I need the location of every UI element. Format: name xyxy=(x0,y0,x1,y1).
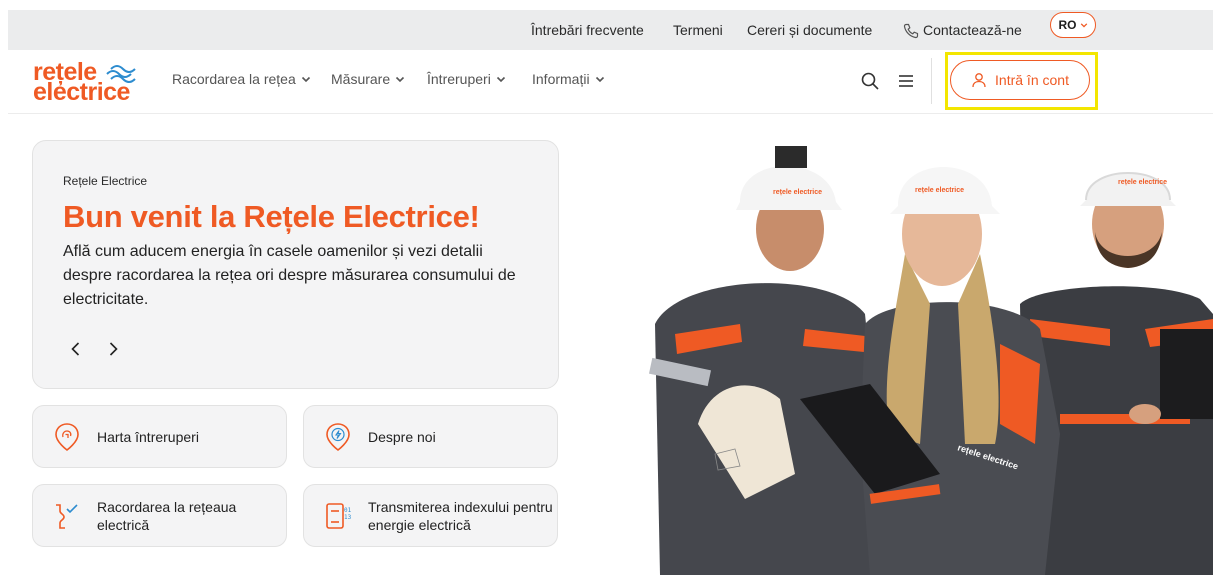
helmet-text: rețele electrice xyxy=(773,189,822,196)
nav-item-intreruperi[interactable]: Întreruperi xyxy=(427,71,506,87)
lightning-pin-icon xyxy=(326,423,350,451)
hamburger-menu-icon[interactable] xyxy=(896,71,916,91)
map-pin-icon xyxy=(55,423,79,451)
svg-text:01: 01 xyxy=(344,507,352,514)
logo-waves-icon xyxy=(106,65,136,83)
contact-link[interactable]: Contactează-ne xyxy=(923,10,1022,50)
chevron-down-icon xyxy=(595,76,604,83)
quick-link-meter-index[interactable]: 01 13 Transmiterea indexului pentru ener… xyxy=(303,484,558,547)
hero-photo-workers: rețele electrice rețele electrice rețele… xyxy=(648,146,1213,575)
hero-card: Rețele Electrice Bun venit la Rețele Ele… xyxy=(32,140,559,389)
quick-link-label: Transmiterea indexului pentru energie el… xyxy=(368,499,553,533)
nav-item-label: Întreruperi xyxy=(427,71,491,87)
quick-link-grid-connection[interactable]: Racordarea la rețeaua electrică xyxy=(32,484,287,547)
site-logo[interactable]: rețele electrice xyxy=(33,60,153,105)
quick-link-about-us[interactable]: Despre noi xyxy=(303,405,558,468)
worker-left: rețele electrice xyxy=(648,146,875,575)
chevron-down-icon xyxy=(301,76,310,83)
terms-link[interactable]: Termeni xyxy=(673,10,723,50)
quick-link-label: Despre noi xyxy=(368,429,436,445)
search-icon[interactable] xyxy=(860,71,880,91)
quick-link-label: Harta întreruperi xyxy=(97,429,199,445)
nav-item-racordare[interactable]: Racordarea la rețea xyxy=(172,71,311,87)
svg-text:13: 13 xyxy=(344,514,352,521)
helmet-text: rețele electrice xyxy=(1118,179,1167,186)
chevron-down-icon xyxy=(496,76,505,83)
nav-divider xyxy=(931,58,932,104)
quick-link-outage-map[interactable]: Harta întreruperi xyxy=(32,405,287,468)
nav-item-masurare[interactable]: Măsurare xyxy=(331,71,405,87)
requests-link[interactable]: Cereri și documente xyxy=(747,10,872,50)
nav-item-label: Măsurare xyxy=(331,71,391,87)
chevron-down-icon xyxy=(396,76,405,83)
quick-link-label: Racordarea la rețeaua electrică xyxy=(97,499,237,533)
language-selector[interactable]: RO xyxy=(1050,12,1096,38)
nav-item-informatii[interactable]: Informații xyxy=(532,71,605,87)
chevron-down-icon xyxy=(1080,23,1087,28)
nav-item-label: Racordarea la rețea xyxy=(172,71,296,87)
phone-icon xyxy=(903,23,919,39)
connection-icon xyxy=(56,504,78,529)
login-label: Intră în cont xyxy=(995,72,1069,88)
login-button[interactable]: Intră în cont xyxy=(950,60,1090,100)
utility-bar: Întrebări frecvente Termeni Cereri și do… xyxy=(8,10,1213,50)
carousel-next-button[interactable] xyxy=(103,339,123,359)
hero-eyebrow: Rețele Electrice xyxy=(63,174,148,188)
meter-icon: 01 13 xyxy=(326,503,352,529)
faq-link[interactable]: Întrebări frecvente xyxy=(531,10,644,50)
language-label: RO xyxy=(1058,18,1077,32)
chevron-left-icon xyxy=(71,342,80,356)
main-navigation: rețele electrice Racordarea la rețea Măs… xyxy=(8,50,1213,114)
user-icon xyxy=(972,73,986,88)
chevron-right-icon xyxy=(109,342,118,356)
helmet-text: rețele electrice xyxy=(915,187,964,194)
hero-description: Află cum aducem energia în casele oameni… xyxy=(63,243,516,308)
hero-title: Bun venit la Rețele Electrice! xyxy=(63,199,480,234)
carousel-prev-button[interactable] xyxy=(66,339,86,359)
nav-item-label: Informații xyxy=(532,71,590,87)
